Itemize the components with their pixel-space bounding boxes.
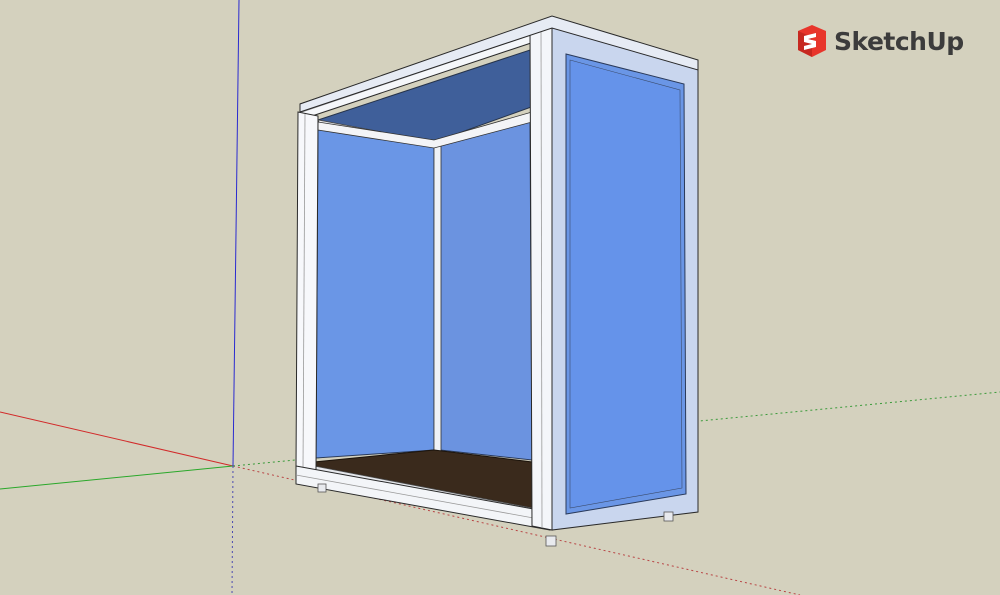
brand-name: SketchUp <box>834 26 964 56</box>
blue-axis-solid <box>232 0 240 467</box>
model-viewport[interactable]: SketchUp <box>0 0 1000 595</box>
inner-corner-post <box>433 143 442 453</box>
foot-front-right <box>545 535 557 547</box>
right-side-glass-inner <box>569 59 683 509</box>
3d-scene[interactable] <box>0 0 1000 595</box>
back-left-glass <box>315 127 435 459</box>
back-right-glass <box>439 121 533 461</box>
sketchup-logo-icon <box>798 25 826 57</box>
blue-axis-dotted <box>231 465 234 595</box>
sketchup-logo: SketchUp <box>796 24 964 58</box>
foot-front-left <box>317 483 327 493</box>
red-axis-solid <box>0 411 234 467</box>
front-left-post <box>295 111 319 471</box>
glass-cabinet-model[interactable] <box>295 15 699 547</box>
green-axis-solid <box>0 465 234 490</box>
foot-back-right <box>663 511 674 522</box>
